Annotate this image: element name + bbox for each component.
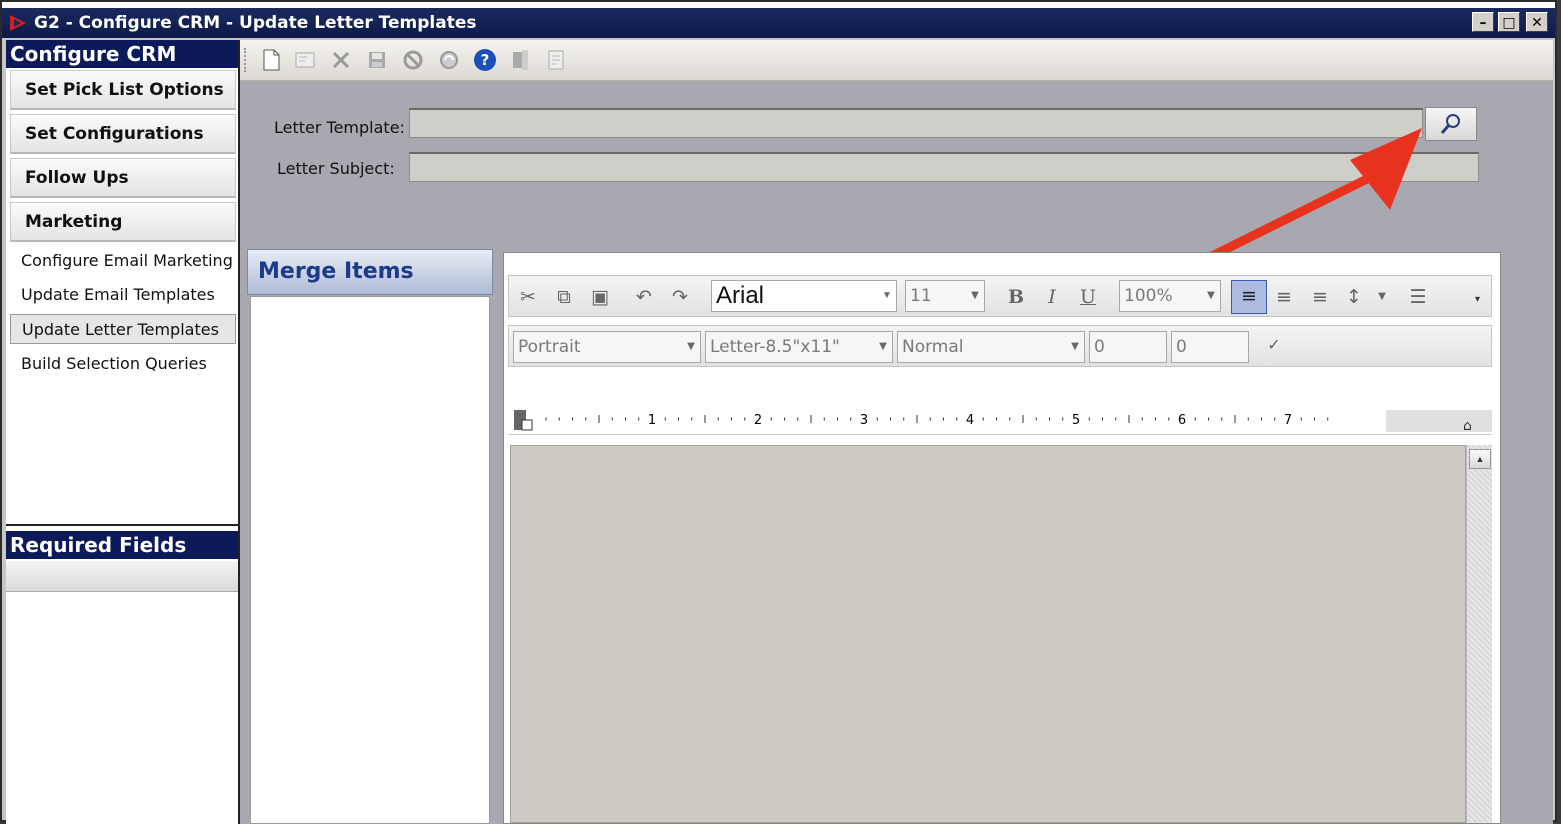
spacing-after-input[interactable]: 0 <box>1171 331 1249 363</box>
delete-icon[interactable] <box>328 47 354 73</box>
chevron-down-icon: ▼ <box>882 290 892 301</box>
copy-icon[interactable]: ⧉ <box>551 284 577 310</box>
bullet-list-button[interactable]: ☰ <box>1405 284 1431 310</box>
sidebar-item-update-email-templates[interactable]: Update Email Templates <box>10 280 236 310</box>
required-fields-header: Required Fields <box>6 531 238 559</box>
font-size-value: 11 <box>910 286 932 306</box>
zoom-value: 100% <box>1124 286 1173 306</box>
letter-editor: ✂ ⧉ ▣ ↶ ↷ Arial ▼ 11 ▼ B I U 100% ▼ ≡ ≡ ≡ ↕… <box>503 252 1501 824</box>
ruler-number: 2 <box>754 413 762 428</box>
align-left-button[interactable]: ≡ <box>1231 280 1267 314</box>
minimize-button[interactable]: – <box>1472 12 1494 32</box>
maximize-button[interactable]: □ <box>1498 12 1520 32</box>
save-icon[interactable] <box>364 47 390 73</box>
merge-items-list[interactable] <box>250 296 490 824</box>
sidebar-item-configure-email-marketing[interactable]: Configure Email Marketing <box>10 246 236 276</box>
spellcheck-icon[interactable]: ✓ <box>1261 332 1287 358</box>
ruler-number: 3 <box>860 413 868 428</box>
cut-icon[interactable]: ✂ <box>515 284 541 310</box>
vertical-scrollbar[interactable]: ▲ <box>1466 445 1492 823</box>
main-area: ? Letter Template: Letter Subject: Merge… <box>240 40 1553 824</box>
bold-button[interactable]: B <box>1003 284 1029 310</box>
undo-icon[interactable]: ↶ <box>631 284 657 310</box>
refresh-icon[interactable] <box>436 47 462 73</box>
ruler: ⌂ 1 2 3 4 5 6 7 <box>508 406 1492 435</box>
font-family-value: Arial <box>716 282 765 309</box>
redo-icon[interactable]: ↷ <box>667 284 693 310</box>
app-window: G2 - Configure CRM - Update Letter Templ… <box>0 0 1557 824</box>
ruler-number: 7 <box>1284 413 1292 428</box>
new-document-icon[interactable] <box>258 47 284 73</box>
ruler-ticks: ⌂ 1 2 3 4 5 6 7 <box>514 410 1492 434</box>
page-setup-toolbar: Portrait ▼ Letter-8.5"x11" ▼ Normal ▼ 0 0 ✓ <box>508 325 1492 367</box>
sidebar-item-update-letter-templates[interactable]: Update Letter Templates <box>10 314 236 344</box>
chevron-down-icon: ▼ <box>1207 290 1215 301</box>
align-right-button[interactable]: ≡ <box>1307 284 1333 310</box>
italic-button[interactable]: I <box>1039 284 1065 310</box>
nav-set-pick-list-options[interactable]: Set Pick List Options <box>10 70 236 110</box>
sidebar-divider <box>6 524 238 526</box>
sidebar: Configure CRM Set Pick List Options Set … <box>6 40 240 824</box>
title-bar[interactable]: G2 - Configure CRM - Update Letter Templ… <box>2 8 1555 38</box>
ruler-number: 5 <box>1072 413 1080 428</box>
zoom-select[interactable]: 100% ▼ <box>1119 280 1221 312</box>
ruler-number: 1 <box>648 413 656 428</box>
toolbar-grip <box>244 48 248 72</box>
svg-text:⌂: ⌂ <box>1463 418 1472 434</box>
app-logo-icon <box>10 15 26 31</box>
annotation-arrow-icon <box>1207 128 1422 261</box>
document-page[interactable] <box>510 445 1466 823</box>
window-title: G2 - Configure CRM - Update Letter Templ… <box>34 13 477 33</box>
font-size-select[interactable]: 11 ▼ <box>905 280 985 312</box>
notes-icon[interactable] <box>544 47 570 73</box>
letter-subject-label: Letter Subject: <box>277 159 395 178</box>
required-fields-bar <box>6 561 238 592</box>
chevron-down-icon: ▼ <box>687 341 695 352</box>
nav-follow-ups[interactable]: Follow Ups <box>10 158 236 198</box>
sidebar-item-build-selection-queries[interactable]: Build Selection Queries <box>10 349 236 379</box>
ruler-number: 6 <box>1178 413 1186 428</box>
scroll-up-icon[interactable]: ▲ <box>1469 449 1491 469</box>
magnifier-icon <box>1440 114 1460 134</box>
nav-set-configurations[interactable]: Set Configurations <box>10 114 236 154</box>
chevron-down-icon: ▼ <box>879 341 887 352</box>
chevron-down-icon[interactable]: ▼ <box>1369 284 1395 310</box>
sidebar-header: Configure CRM <box>6 40 238 68</box>
chevron-down-icon: ▼ <box>1071 341 1079 352</box>
merge-items-header: Merge Items <box>247 249 493 295</box>
nav-marketing[interactable]: Marketing <box>10 202 236 242</box>
style-select[interactable]: Normal ▼ <box>897 331 1085 363</box>
chevron-down-icon: ▼ <box>971 290 979 301</box>
line-spacing-button[interactable]: ↕ <box>1341 284 1367 310</box>
export-icon[interactable] <box>508 47 534 73</box>
spacing-before-input[interactable]: 0 <box>1089 331 1167 363</box>
style-value: Normal <box>902 337 964 357</box>
font-family-select[interactable]: Arial ▼ <box>711 280 897 312</box>
underline-button[interactable]: U <box>1075 284 1101 310</box>
main-toolbar: ? <box>240 40 1553 81</box>
svg-text:?: ? <box>481 51 490 69</box>
toolbar-overflow-icon[interactable]: ▾ <box>1475 294 1487 308</box>
align-center-button[interactable]: ≡ <box>1271 284 1297 310</box>
cancel-icon[interactable] <box>400 47 426 73</box>
edit-icon[interactable] <box>292 47 318 73</box>
orientation-value: Portrait <box>518 337 581 357</box>
orientation-select[interactable]: Portrait ▼ <box>513 331 701 363</box>
help-icon[interactable]: ? <box>472 47 498 73</box>
paste-icon[interactable]: ▣ <box>587 284 613 310</box>
letter-template-label: Letter Template: <box>274 118 405 137</box>
format-toolbar: ✂ ⧉ ▣ ↶ ↷ Arial ▼ 11 ▼ B I U 100% ▼ ≡ ≡ ≡ ↕… <box>508 275 1492 317</box>
paper-size-select[interactable]: Letter-8.5"x11" ▼ <box>705 331 893 363</box>
close-button[interactable]: ✕ <box>1526 12 1548 32</box>
ruler-number: 4 <box>966 413 974 428</box>
paper-size-value: Letter-8.5"x11" <box>710 337 840 357</box>
